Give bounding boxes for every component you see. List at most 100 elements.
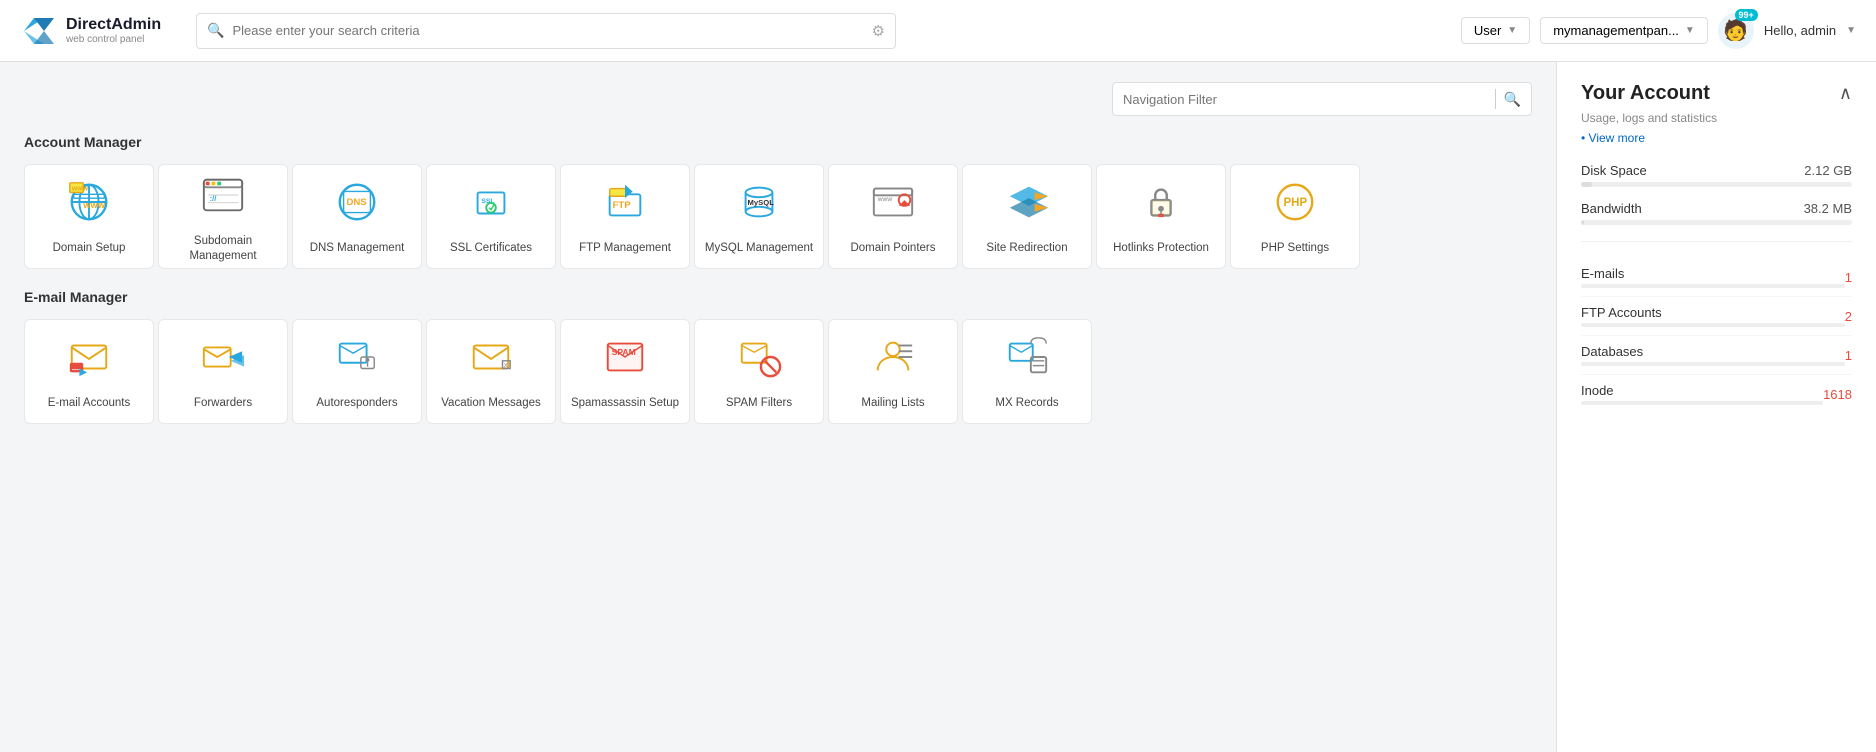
card-label-mysql: MySQL Management — [705, 241, 813, 256]
account-manager-title: Account Manager — [24, 134, 1532, 150]
avatar-wrap: 🧑 99+ — [1718, 13, 1754, 49]
card-label-mailinglists: Mailing Lists — [861, 396, 924, 411]
header-right: User ▼ mymanagementpan... ▼ 🧑 99+ Hello,… — [1461, 13, 1856, 49]
sidebar-collapse-button[interactable]: ∧ — [1839, 83, 1852, 104]
account-manager-card-ftp[interactable]: FTP FTP Management — [560, 164, 690, 269]
stat-item-value: 1 — [1845, 270, 1852, 285]
stat-item-value: 1618 — [1823, 387, 1852, 402]
card-icon-autoresponders — [334, 334, 380, 388]
card-icon-emailaccounts: ---- — [66, 334, 112, 388]
card-icon-php: PHP — [1272, 179, 1318, 233]
sidebar-subtitle: Usage, logs and statistics — [1581, 111, 1852, 125]
card-label-emailaccounts: E-mail Accounts — [48, 396, 130, 411]
search-icon: 🔍 — [207, 22, 224, 39]
account-manager-card-subdomain[interactable]: :// Subdomain Management — [158, 164, 288, 269]
account-manager-card-dns[interactable]: DNS DNS Management — [292, 164, 422, 269]
email-manager-card-forwarders[interactable]: Forwarders — [158, 319, 288, 424]
card-icon-vacation: X — [468, 334, 514, 388]
stat-item-bar — [1581, 362, 1845, 366]
disk-space-fill — [1581, 182, 1592, 187]
account-manager-card-siteredirect[interactable]: Site Redirection — [962, 164, 1092, 269]
card-icon-spam: SPAM — [602, 334, 648, 388]
card-icon-spamfilters — [736, 334, 782, 388]
stat-item-value: 1 — [1845, 348, 1852, 363]
card-icon-mailinglists — [870, 334, 916, 388]
email-manager-grid: ---- E-mail Accounts Forwarders Autoresp… — [24, 319, 1532, 424]
card-icon-ssl: SSL — [468, 179, 514, 233]
account-manager-card-ssl[interactable]: SSL SSL Certificates — [426, 164, 556, 269]
card-icon-domainpointers: www — [870, 179, 916, 233]
stat-item-label: Inode — [1581, 383, 1614, 398]
disk-space-header: Disk Space 2.12 GB — [1581, 163, 1852, 178]
email-manager-card-vacation[interactable]: X Vacation Messages — [426, 319, 556, 424]
settings-icon[interactable]: ⚙ — [872, 22, 885, 40]
card-label-dns: DNS Management — [310, 241, 405, 256]
email-manager-card-mxrecords[interactable]: MX Records — [962, 319, 1092, 424]
card-label-hotlinks: Hotlinks Protection — [1113, 241, 1209, 256]
account-manager-card-domain[interactable]: WWWWWW Domain Setup — [24, 164, 154, 269]
card-icon-forwarders — [200, 334, 246, 388]
user-role-button[interactable]: User ▼ — [1461, 17, 1530, 44]
card-label-domain: Domain Setup — [53, 241, 126, 256]
nav-filter-row: 🔍 — [24, 82, 1532, 116]
hello-chevron-icon: ▼ — [1846, 25, 1856, 36]
card-label-siteredirect: Site Redirection — [986, 241, 1067, 256]
email-manager-title: E-mail Manager — [24, 289, 1532, 305]
card-icon-domain: WWWWWW — [66, 179, 112, 233]
account-manager-card-mysql[interactable]: MySQL MySQL Management — [694, 164, 824, 269]
svg-text:MySQL: MySQL — [748, 198, 775, 207]
account-manager-grid: WWWWWW Domain Setup :// Subdomain Manage… — [24, 164, 1532, 269]
account-manager-card-hotlinks[interactable]: Hotlinks Protection — [1096, 164, 1226, 269]
svg-text:PHP: PHP — [1284, 197, 1308, 209]
user-chevron-icon: ▼ — [1507, 25, 1517, 36]
svg-text:X: X — [503, 363, 508, 370]
nav-filter-container: 🔍 — [1112, 82, 1532, 116]
email-manager-card-spam[interactable]: SPAM Spamassassin Setup — [560, 319, 690, 424]
card-label-subdomain: Subdomain Management — [165, 234, 281, 264]
bandwidth-value: 38.2 MB — [1804, 201, 1852, 216]
email-manager-card-emailaccounts[interactable]: ---- E-mail Accounts — [24, 319, 154, 424]
logo-icon — [20, 12, 58, 50]
nav-filter-search-icon[interactable]: 🔍 — [1504, 91, 1521, 108]
nav-filter-input[interactable] — [1123, 92, 1487, 107]
stats-section: E-mails 1 FTP Accounts 2 Databases 1 Ino… — [1581, 258, 1852, 413]
stat-item-label: E-mails — [1581, 266, 1624, 281]
search-bar[interactable]: 🔍 ⚙ — [196, 13, 896, 49]
account-manager-card-domainpointers[interactable]: www Domain Pointers — [828, 164, 958, 269]
email-manager-card-autoresponders[interactable]: Autoresponders — [292, 319, 422, 424]
card-label-autoresponders: Autoresponders — [316, 396, 397, 411]
card-label-spamfilters: SPAM Filters — [726, 396, 792, 411]
stat-item-databases: Databases 1 — [1581, 336, 1852, 375]
disk-space-value: 2.12 GB — [1804, 163, 1852, 178]
search-input[interactable] — [232, 23, 863, 38]
stat-item-label: FTP Accounts — [1581, 305, 1662, 320]
card-icon-mysql: MySQL — [736, 179, 782, 233]
brand-sub: web control panel — [66, 34, 161, 46]
header: DirectAdmin web control panel 🔍 ⚙ User ▼… — [0, 0, 1876, 62]
card-icon-subdomain: :// — [200, 172, 246, 226]
card-label-ssl: SSL Certificates — [450, 241, 532, 256]
card-label-mxrecords: MX Records — [995, 396, 1058, 411]
notification-badge: 99+ — [1735, 9, 1758, 21]
disk-space-stat: Disk Space 2.12 GB — [1581, 163, 1852, 187]
domain-chevron-icon: ▼ — [1685, 25, 1695, 36]
domain-selector-button[interactable]: mymanagementpan... ▼ — [1540, 17, 1708, 44]
card-label-php: PHP Settings — [1261, 241, 1329, 256]
logo-area: DirectAdmin web control panel — [20, 12, 180, 50]
card-label-domainpointers: Domain Pointers — [850, 241, 935, 256]
email-manager-card-spamfilters[interactable]: SPAM Filters — [694, 319, 824, 424]
card-label-vacation: Vacation Messages — [441, 396, 541, 411]
stat-item-bar — [1581, 401, 1823, 405]
account-manager-card-php[interactable]: PHP PHP Settings — [1230, 164, 1360, 269]
main-layout: 🔍 Account Manager WWWWWW Domain Setup :/… — [0, 62, 1876, 752]
stat-item-bar — [1581, 323, 1845, 327]
stat-item-value: 2 — [1845, 309, 1852, 324]
content-area: 🔍 Account Manager WWWWWW Domain Setup :/… — [0, 62, 1556, 752]
bandwidth-fill — [1581, 220, 1584, 225]
bandwidth-stat: Bandwidth 38.2 MB — [1581, 201, 1852, 225]
card-icon-ftp: FTP — [602, 179, 648, 233]
hello-text: Hello, admin — [1764, 23, 1836, 38]
email-manager-card-mailinglists[interactable]: Mailing Lists — [828, 319, 958, 424]
view-more-link[interactable]: • View more — [1581, 131, 1852, 145]
svg-text:----: ---- — [72, 366, 81, 373]
